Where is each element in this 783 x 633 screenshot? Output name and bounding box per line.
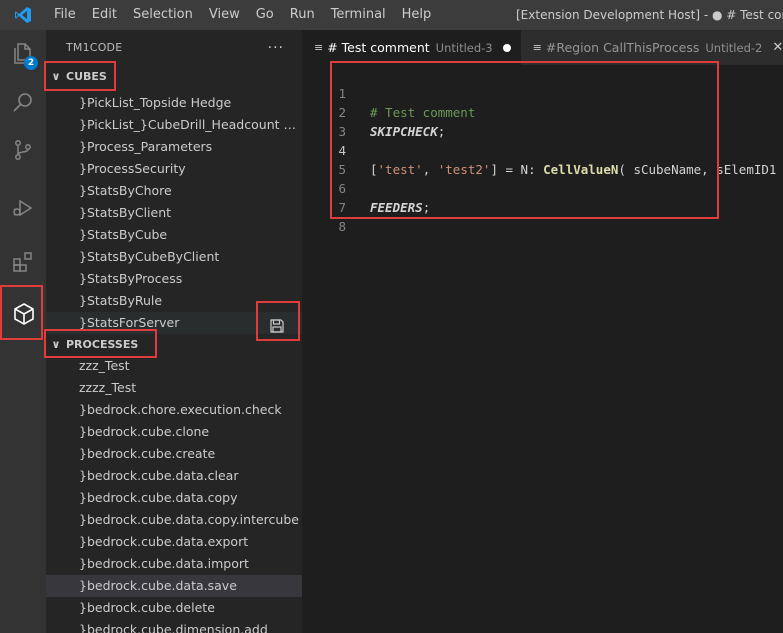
menu-selection[interactable]: Selection (125, 0, 201, 30)
cube-item[interactable]: }StatsByClient (46, 202, 302, 224)
cube-item[interactable]: }PickList_Topside Hedge (46, 92, 302, 114)
process-item[interactable]: }bedrock.cube.data.export (46, 531, 302, 553)
menu-bar: File Edit Selection View Go Run Terminal… (46, 0, 439, 30)
tab-description: Untitled-3 (435, 40, 493, 55)
cube-item[interactable]: }PickList_}CubeDrill_Headcount By ... (46, 114, 302, 136)
files-icon[interactable]: 2 (0, 30, 46, 78)
more-actions-icon[interactable]: ··· (268, 40, 284, 56)
close-icon[interactable]: ✕ (772, 40, 783, 55)
tab-test-comment[interactable]: ≡ # Test comment Untitled-3 (302, 30, 521, 65)
tab-description: Untitled-2 (705, 40, 763, 55)
tab-label: #Region CallThisProcess (545, 40, 700, 55)
tab-bar: ≡ # Test comment Untitled-3 ≡ #Region Ca… (302, 30, 783, 65)
menu-view[interactable]: View (201, 0, 248, 30)
cube-item[interactable]: }ProcessSecurity (46, 158, 302, 180)
annotation-box-cubes (44, 61, 116, 91)
menu-file[interactable]: File (46, 0, 84, 30)
menu-help[interactable]: Help (394, 0, 440, 30)
annotation-box-processes (44, 329, 157, 358)
process-item[interactable]: zzzz_Test (46, 377, 302, 399)
unsaved-dot-icon[interactable] (502, 43, 511, 52)
sidebar-title: TM1CODE (66, 41, 123, 54)
search-icon[interactable] (0, 78, 46, 126)
menu-go[interactable]: Go (248, 0, 282, 30)
tab-region-call[interactable]: ≡ #Region CallThisProcess Untitled-2 ✕ (520, 30, 783, 65)
annotation-box-activity (0, 285, 43, 340)
source-control-icon[interactable] (0, 126, 46, 174)
process-item[interactable]: }bedrock.chore.execution.check (46, 399, 302, 421)
menu-edit[interactable]: Edit (84, 0, 125, 30)
process-item[interactable]: }bedrock.cube.dimension.add (46, 619, 302, 633)
explorer-badge: 2 (24, 56, 38, 70)
window-title: [Extension Development Host] - ● # Test … (516, 8, 783, 22)
process-item[interactable]: }bedrock.cube.delete (46, 597, 302, 619)
process-item[interactable]: }bedrock.cube.clone (46, 421, 302, 443)
sidebar-header: TM1CODE ··· (46, 30, 302, 65)
vscode-logo-icon (0, 0, 46, 30)
text-lines-icon: ≡ (314, 41, 324, 54)
process-item[interactable]: }bedrock.cube.data.save (46, 575, 302, 597)
cube-item[interactable]: }StatsByCube (46, 224, 302, 246)
line-number: 8 (338, 219, 346, 234)
process-item[interactable]: zzz_Test (46, 355, 302, 377)
cube-item[interactable]: }Process_Parameters (46, 136, 302, 158)
process-item[interactable]: }bedrock.cube.create (46, 443, 302, 465)
annotation-box-editor (330, 61, 719, 219)
process-item[interactable]: }bedrock.cube.data.clear (46, 465, 302, 487)
cube-item[interactable]: }StatsByChore (46, 180, 302, 202)
cube-item[interactable]: }StatsByCubeByClient (46, 246, 302, 268)
extensions-icon[interactable] (0, 238, 46, 286)
process-item[interactable]: }bedrock.cube.data.import (46, 553, 302, 575)
annotation-box-save (256, 301, 300, 341)
cube-item[interactable]: }StatsByProcess (46, 268, 302, 290)
menu-run[interactable]: Run (282, 0, 323, 30)
tab-label: # Test comment (327, 40, 430, 55)
process-item[interactable]: }bedrock.cube.data.copy (46, 487, 302, 509)
title-bar: File Edit Selection View Go Run Terminal… (0, 0, 783, 30)
run-debug-icon[interactable] (0, 184, 46, 232)
menu-terminal[interactable]: Terminal (323, 0, 394, 30)
process-item[interactable]: }bedrock.cube.data.copy.intercube (46, 509, 302, 531)
text-lines-icon: ≡ (532, 41, 542, 54)
